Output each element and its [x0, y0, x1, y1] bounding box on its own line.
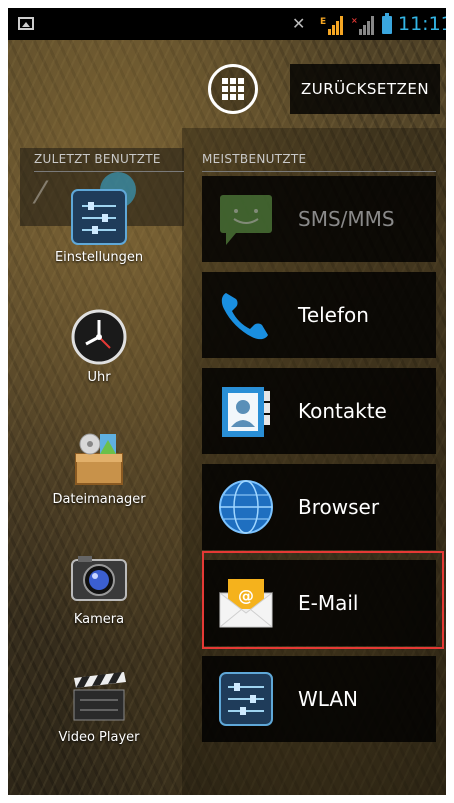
- app-einstellungen[interactable]: Einstellungen: [24, 188, 174, 265]
- tile-telefon[interactable]: Telefon: [202, 272, 436, 358]
- sms-icon: [220, 195, 272, 245]
- status-bar: ✕ E × 11:11: [8, 8, 446, 40]
- signal-edge-icon: E: [320, 16, 343, 35]
- app-dateimanager[interactable]: Dateimanager: [24, 430, 174, 507]
- reset-button[interactable]: ZURÜCKSETZEN: [290, 64, 440, 114]
- camera-icon: [71, 556, 127, 601]
- tile-kontakte[interactable]: Kontakte: [202, 368, 436, 454]
- app-video-player[interactable]: Video Player: [24, 668, 174, 745]
- app-uhr[interactable]: Uhr: [24, 308, 174, 385]
- tile-sms-mms[interactable]: SMS/MMS: [202, 176, 436, 262]
- wlan-settings-icon: [219, 672, 273, 726]
- screen: ✕ E × 11:11 ZURÜCKSETZEN ⁄ ZULETZT: [8, 8, 446, 795]
- mute-icon: ✕: [292, 14, 306, 33]
- app-label: Kamera: [73, 612, 125, 627]
- divider: [202, 171, 436, 172]
- svg-text:×: ×: [351, 16, 358, 25]
- app-kamera[interactable]: Kamera: [24, 550, 174, 627]
- phone-icon: [221, 293, 268, 340]
- svg-text:E: E: [320, 17, 326, 27]
- app-label: Video Player: [58, 730, 140, 745]
- selection-highlight: [202, 551, 444, 649]
- tile-wlan[interactable]: WLAN: [202, 656, 436, 742]
- battery-icon: [382, 13, 392, 34]
- settings-icon: [71, 189, 127, 245]
- app-label: Einstellungen: [54, 250, 144, 265]
- clock-icon: [71, 309, 127, 365]
- apps-grid-button[interactable]: [208, 64, 258, 114]
- signal-no-sim-icon: ×: [351, 16, 374, 35]
- gallery-icon: [18, 17, 34, 30]
- recent-header: ZULETZT BENUTZTE: [34, 152, 161, 166]
- tile-label: SMS/MMS: [298, 207, 395, 231]
- app-label: Dateimanager: [52, 492, 146, 507]
- file-manager-icon: [75, 433, 123, 485]
- video-player-icon: [73, 672, 126, 721]
- most-used-header: MEISTBENUTZTE: [202, 152, 307, 166]
- tile-label: Telefon: [298, 303, 369, 327]
- divider: [34, 171, 184, 172]
- tile-label: Kontakte: [298, 399, 387, 423]
- app-label: Uhr: [87, 370, 111, 385]
- device-frame: ✕ E × 11:11 ZURÜCKSETZEN ⁄ ZULETZT: [0, 0, 454, 803]
- browser-icon: [219, 480, 273, 534]
- apps-grid-icon: [222, 78, 244, 100]
- tile-label: Browser: [298, 495, 380, 519]
- tile-label: WLAN: [298, 687, 359, 711]
- contacts-icon: [222, 387, 270, 437]
- status-time: 11:11: [398, 13, 446, 35]
- tile-browser[interactable]: Browser: [202, 464, 436, 550]
